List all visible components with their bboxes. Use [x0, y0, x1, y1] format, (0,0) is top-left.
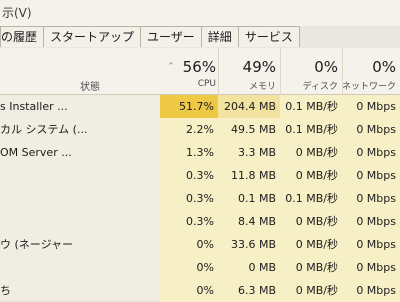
memory-column-header[interactable]: メモリ [218, 79, 276, 92]
table-row[interactable]: カル システム (... 2.2% 49.5 MB 0.1 MB/秒 0 Mbp… [0, 118, 400, 141]
table-row[interactable]: 0.3% 11.8 MB 0 MB/秒 0 Mbps [0, 164, 400, 187]
table-row[interactable]: ウ (ネージャー 0% 33.6 MB 0 MB/秒 0 Mbps [0, 233, 400, 256]
process-list: s Installer ... 51.7% 204.4 MB 0.1 MB/秒 … [0, 95, 400, 302]
network-column-header[interactable]: ネットワーク [342, 79, 396, 92]
network-cell: 0 Mbps [342, 95, 400, 118]
table-row[interactable]: OM Server ... 1.3% 3.3 MB 0 MB/秒 0 Mbps [0, 141, 400, 164]
cpu-cell: 51.7% [160, 95, 218, 118]
cpu-cell: 0.3% [160, 164, 218, 187]
cpu-column-header[interactable]: CPU [160, 79, 216, 89]
tab-users[interactable]: ユーザー [140, 26, 202, 47]
memory-cell: 6.3 MB [218, 279, 280, 302]
tab-startup[interactable]: スタートアップ [43, 26, 142, 47]
network-cell: 0 Mbps [342, 210, 400, 233]
memory-cell: 0 MB [218, 256, 280, 279]
cpu-cell: 0.3% [160, 187, 218, 210]
status-column-header[interactable]: 状態 [80, 78, 100, 93]
cpu-total[interactable]: 56% [160, 58, 216, 76]
memory-cell: 11.8 MB [218, 164, 280, 187]
disk-cell: 0 MB/秒 [280, 164, 342, 187]
process-name: カル システム (... [0, 123, 88, 136]
process-name: OM Server ... [0, 146, 72, 159]
cpu-cell: 2.2% [160, 118, 218, 141]
cpu-cell: 0% [160, 279, 218, 302]
disk-cell: 0 MB/秒 [280, 279, 342, 302]
process-name: ち [0, 284, 11, 297]
table-row[interactable]: 0.3% 8.4 MB 0 MB/秒 0 Mbps [0, 210, 400, 233]
memory-cell: 0.1 MB [218, 187, 280, 210]
memory-cell: 204.4 MB [218, 95, 280, 118]
process-name: s Installer ... [0, 100, 68, 113]
process-name [0, 164, 160, 187]
memory-cell: 3.3 MB [218, 141, 280, 164]
tab-details[interactable]: 詳細 [200, 26, 239, 47]
disk-cell: 0 MB/秒 [280, 210, 342, 233]
memory-cell: 49.5 MB [218, 118, 280, 141]
menu-bar: 示(V) [0, 0, 400, 26]
disk-cell: 0 MB/秒 [280, 233, 342, 256]
network-cell: 0 Mbps [342, 279, 400, 302]
table-row[interactable]: s Installer ... 51.7% 204.4 MB 0.1 MB/秒 … [0, 95, 400, 118]
cpu-cell: 0.3% [160, 210, 218, 233]
disk-cell: 0.1 MB/秒 [280, 95, 342, 118]
network-cell: 0 Mbps [342, 164, 400, 187]
tab-bar: の履歴 スタートアップ ユーザー 詳細 サービス [0, 26, 400, 49]
network-cell: 0 Mbps [342, 118, 400, 141]
table-row[interactable]: ち 0% 6.3 MB 0 MB/秒 0 Mbps [0, 279, 400, 302]
memory-total[interactable]: 49% [218, 58, 276, 76]
disk-cell: 0 MB/秒 [280, 141, 342, 164]
network-cell: 0 Mbps [342, 233, 400, 256]
network-total[interactable]: 0% [342, 58, 396, 76]
disk-column-header[interactable]: ディスク [280, 79, 338, 92]
table-row[interactable]: 0% 0 MB 0 MB/秒 0 Mbps [0, 256, 400, 279]
disk-cell: 0.1 MB/秒 [280, 118, 342, 141]
process-name: ウ (ネージャー [0, 238, 74, 251]
cpu-cell: 1.3% [160, 141, 218, 164]
network-cell: 0 Mbps [342, 256, 400, 279]
process-name [0, 187, 160, 210]
network-cell: 0 Mbps [342, 187, 400, 210]
table-row[interactable]: 0.3% 0.1 MB 0.1 MB/秒 0 Mbps [0, 187, 400, 210]
process-name [0, 210, 160, 233]
cpu-cell: 0% [160, 256, 218, 279]
memory-cell: 33.6 MB [218, 233, 280, 256]
column-header-row: 状態 ^ 56% CPU 49% メモリ 0% ディスク 0% ネットワーク [0, 48, 400, 95]
process-name [0, 256, 160, 279]
disk-cell: 0.1 MB/秒 [280, 187, 342, 210]
disk-total[interactable]: 0% [280, 58, 338, 76]
menu-view[interactable]: 示(V) [0, 6, 32, 20]
process-grid: 状態 ^ 56% CPU 49% メモリ 0% ディスク 0% ネットワーク s… [0, 48, 400, 302]
network-cell: 0 Mbps [342, 141, 400, 164]
memory-cell: 8.4 MB [218, 210, 280, 233]
cpu-cell: 0% [160, 233, 218, 256]
tab-app-history[interactable]: の履歴 [0, 26, 45, 47]
disk-cell: 0 MB/秒 [280, 256, 342, 279]
tab-services[interactable]: サービス [237, 26, 300, 47]
